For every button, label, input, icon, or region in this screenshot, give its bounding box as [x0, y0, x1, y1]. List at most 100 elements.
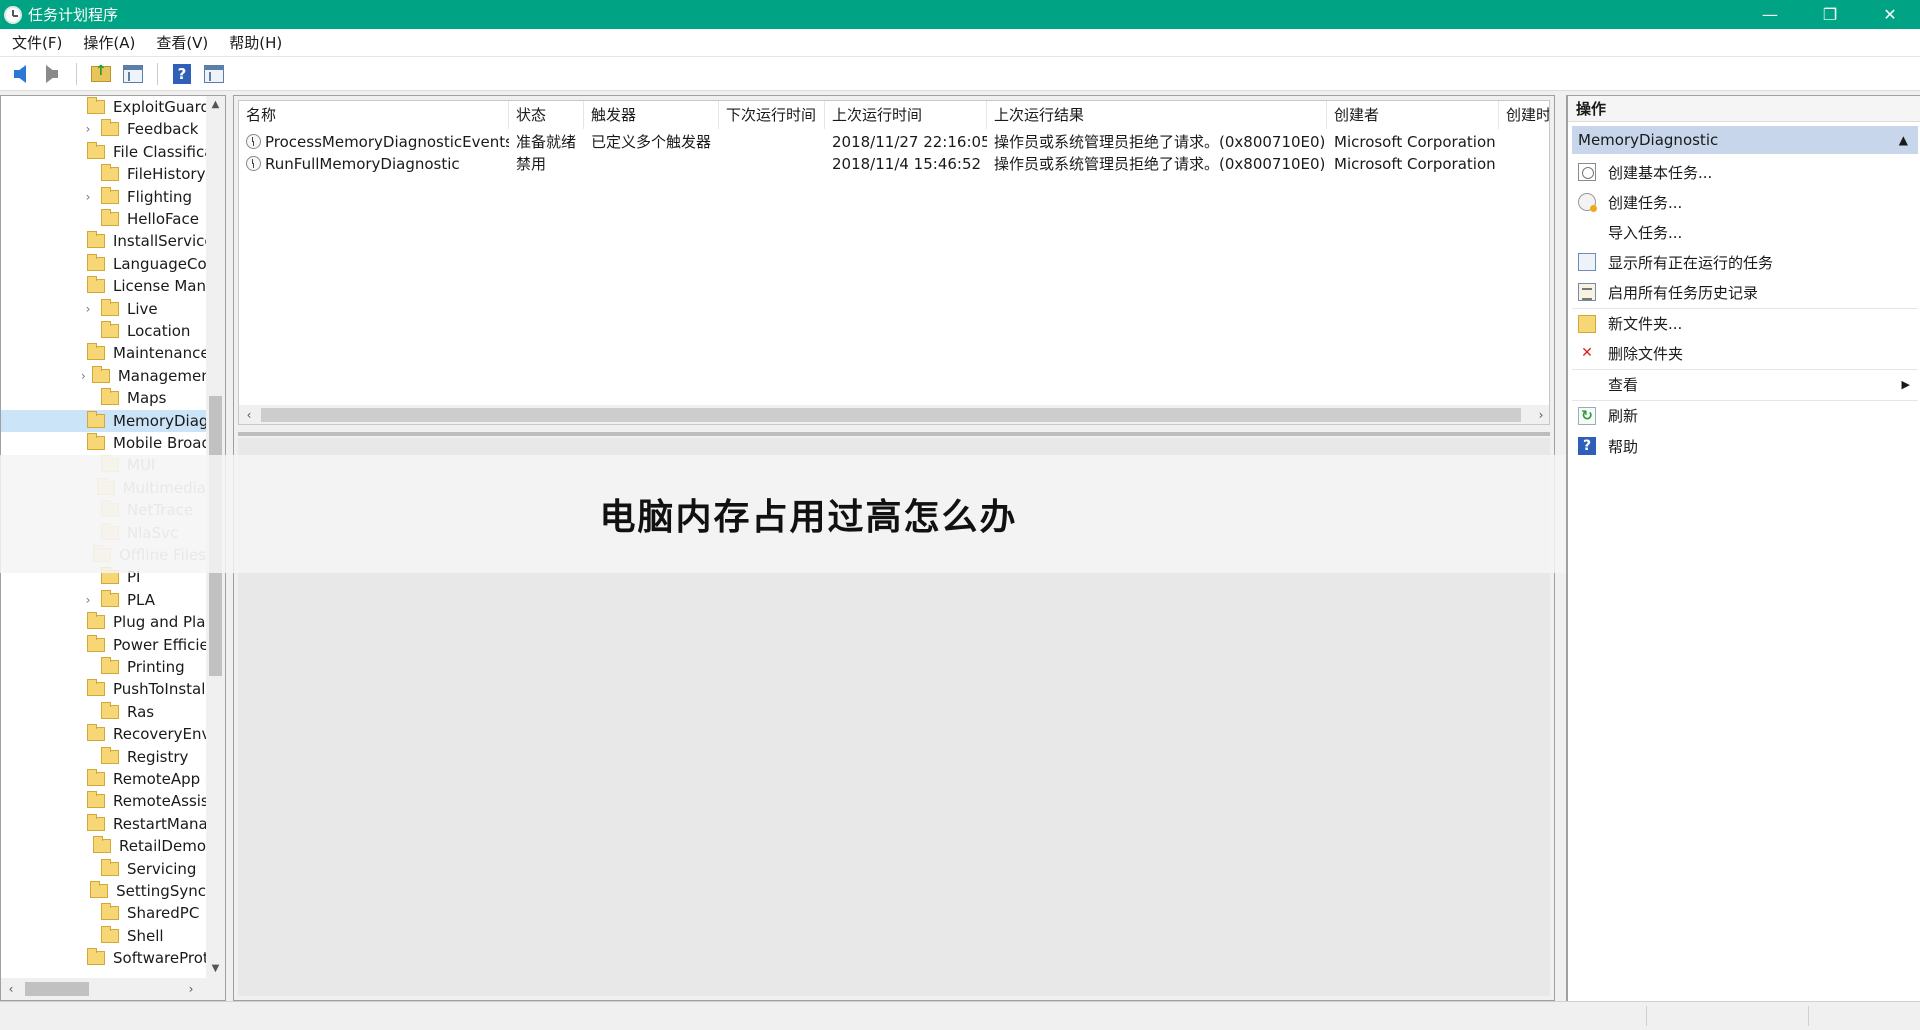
close-button[interactable]: ✕	[1860, 0, 1920, 29]
tree-item-feedback[interactable]: › Feedback	[1, 118, 206, 140]
scroll-right-arrow-icon[interactable]: ›	[181, 978, 201, 1000]
tree-item-ras[interactable]: Ras	[1, 701, 206, 723]
tree-item-retaildemo[interactable]: RetailDemo	[1, 835, 206, 857]
collapse-arrow-icon[interactable]: ▲	[1899, 126, 1908, 154]
tree-item-maps[interactable]: Maps	[1, 387, 206, 409]
pane-splitter[interactable]	[238, 432, 1550, 436]
tree-item-remoteapp-and-desktop-connections-update[interactable]: RemoteApp and Desktop Connections Update	[1, 768, 206, 790]
tree-item-mobile-broadband-accounts[interactable]: Mobile Broadband Accounts	[1, 432, 206, 454]
tree-item-label: Maintenance	[113, 344, 206, 363]
scroll-left-arrow-icon[interactable]: ‹	[239, 405, 259, 424]
back-button[interactable]	[6, 60, 34, 88]
tree-item-filehistory[interactable]: FileHistory	[1, 163, 206, 185]
cell-name: RunFullMemoryDiagnostic	[239, 151, 509, 177]
column-name[interactable]: 名称	[239, 101, 509, 129]
tree-item-power-efficiency-diagnostics[interactable]: Power Efficiency Diagnostics	[1, 634, 206, 656]
action-item-label: 新文件夹...	[1608, 315, 1683, 333]
tree-item-label: RecoveryEnvironment	[113, 725, 206, 744]
menu-action[interactable]: 操作(A)	[71, 32, 144, 53]
menu-help[interactable]: 帮助(H)	[217, 32, 291, 53]
tree-item-memorydiagnostic[interactable]: MemoryDiagnostic	[1, 409, 206, 432]
tree-item-helloface[interactable]: HelloFace	[1, 208, 206, 230]
show-hide-action-pane-button[interactable]	[200, 60, 228, 88]
tree-item-location[interactable]: Location	[1, 320, 206, 342]
tree-item-exploitguard[interactable]: ExploitGuard	[1, 96, 206, 118]
tree-item-sharedpc[interactable]: SharedPC	[1, 902, 206, 924]
tree-item-remoteassistance[interactable]: RemoteAssistance	[1, 790, 206, 812]
tree-item-recoveryenvironment[interactable]: RecoveryEnvironment	[1, 723, 206, 745]
tree-item-registry[interactable]: Registry	[1, 746, 206, 768]
task-list-horizontal-scrollbar[interactable]: ‹ ›	[239, 405, 1549, 424]
column-author[interactable]: 创建者	[1327, 101, 1499, 129]
column-next-run[interactable]: 下次运行时间	[719, 101, 825, 129]
action-item-8[interactable]: ↻ 刷新	[1572, 400, 1918, 430]
tree-item-languagecomponentsinstaller[interactable]: LanguageComponentsInstaller	[1, 253, 206, 275]
folder-icon	[101, 746, 119, 764]
tree-item-label: ExploitGuard	[113, 98, 206, 116]
toolbar-separator	[76, 62, 77, 85]
scroll-right-arrow-icon[interactable]: ›	[1531, 405, 1549, 424]
tree-item-servicing[interactable]: Servicing	[1, 858, 206, 880]
tree-expand-chevron-icon[interactable]: ›	[81, 593, 95, 607]
menu-view[interactable]: 查看(V)	[144, 32, 217, 53]
scroll-thumb[interactable]	[25, 982, 89, 996]
scroll-down-arrow-icon[interactable]: ▼	[206, 960, 225, 978]
action-item-7[interactable]: 查看 ▶	[1572, 369, 1918, 399]
restore-button[interactable]: ❐	[1800, 0, 1860, 29]
scroll-left-arrow-icon[interactable]: ‹	[1, 978, 21, 1000]
scroll-up-arrow-icon[interactable]: ▲	[206, 96, 225, 114]
tree-item-shell[interactable]: Shell	[1, 925, 206, 947]
column-created[interactable]: 创建时间	[1499, 101, 1549, 129]
tree-item-license-manager[interactable]: License Manager	[1, 275, 206, 297]
tree-item-settingsync[interactable]: SettingSync	[1, 880, 206, 902]
tree-item-softwareprotectionplatform[interactable]: SoftwareProtectionPlatform	[1, 947, 206, 969]
up-one-level-button[interactable]	[87, 60, 115, 88]
action-item-2[interactable]: 导入任务...	[1572, 217, 1918, 247]
folder-icon	[101, 186, 119, 204]
help-button[interactable]: ?	[168, 60, 196, 88]
action-item-1[interactable]: 创建任务...	[1572, 187, 1918, 217]
folder-icon	[87, 612, 105, 630]
tree-item-maintenance[interactable]: Maintenance	[1, 342, 206, 364]
tree-item-label: MemoryDiagnostic	[113, 411, 206, 430]
action-item-0[interactable]: 创建基本任务...	[1572, 157, 1918, 187]
tree-expand-chevron-icon[interactable]: ›	[81, 369, 86, 383]
tree-item-management[interactable]: › Management	[1, 365, 206, 387]
action-item-6[interactable]: ✕ 删除文件夹	[1572, 338, 1918, 368]
column-last-result[interactable]: 上次运行结果	[987, 101, 1327, 129]
tree-item-installservice[interactable]: InstallService	[1, 230, 206, 252]
tree-item-pushtoinstall[interactable]: PushToInstall	[1, 678, 206, 700]
title-bar: 任务计划程序 — ❐ ✕	[0, 0, 1920, 29]
action-item-9[interactable]: ? 帮助	[1572, 431, 1918, 461]
create-basic-task-icon	[1578, 163, 1596, 181]
column-last-run[interactable]: 上次运行时间	[825, 101, 987, 129]
scroll-thumb[interactable]	[261, 408, 1521, 422]
column-trigger[interactable]: 触发器	[584, 101, 719, 129]
tree-item-restartmanager[interactable]: RestartManager	[1, 813, 206, 835]
tree-item-file-classification[interactable]: File Classification	[1, 141, 206, 163]
table-row[interactable]: RunFullMemoryDiagnostic 禁用 2018/11/4 15:46…	[239, 151, 1549, 177]
minimize-button[interactable]: —	[1740, 0, 1800, 29]
tree-horizontal-scrollbar[interactable]: ‹ ›	[1, 978, 225, 1000]
menu-file[interactable]: 文件(F)	[0, 32, 71, 53]
forward-button[interactable]	[38, 60, 66, 88]
folder-icon	[101, 858, 119, 876]
tree-item-live[interactable]: › Live	[1, 298, 206, 320]
actions-section-header[interactable]: MemoryDiagnostic ▲	[1572, 126, 1918, 154]
tree-item-flighting[interactable]: › Flighting	[1, 186, 206, 208]
action-item-5[interactable]: 新文件夹...	[1572, 308, 1918, 338]
tree-expand-chevron-icon[interactable]: ›	[81, 190, 95, 204]
action-item-3[interactable]: 显示所有正在运行的任务	[1572, 247, 1918, 277]
tree-item-label: Maps	[127, 389, 167, 408]
folder-icon	[93, 836, 112, 854]
tree-expand-chevron-icon[interactable]: ›	[81, 302, 95, 316]
tree-item-plug-and-play[interactable]: Plug and Play	[1, 611, 206, 633]
folder-icon	[101, 164, 119, 182]
tree-item-pla[interactable]: › PLA	[1, 589, 206, 611]
tree-item-printing[interactable]: Printing	[1, 656, 206, 678]
tree-expand-chevron-icon[interactable]: ›	[81, 122, 95, 136]
action-item-4[interactable]: 启用所有任务历史记录	[1572, 277, 1918, 307]
show-hide-console-tree-button[interactable]	[119, 60, 147, 88]
tree-item-label: Power Efficiency Diagnostics	[113, 635, 206, 654]
column-status[interactable]: 状态	[509, 101, 584, 129]
